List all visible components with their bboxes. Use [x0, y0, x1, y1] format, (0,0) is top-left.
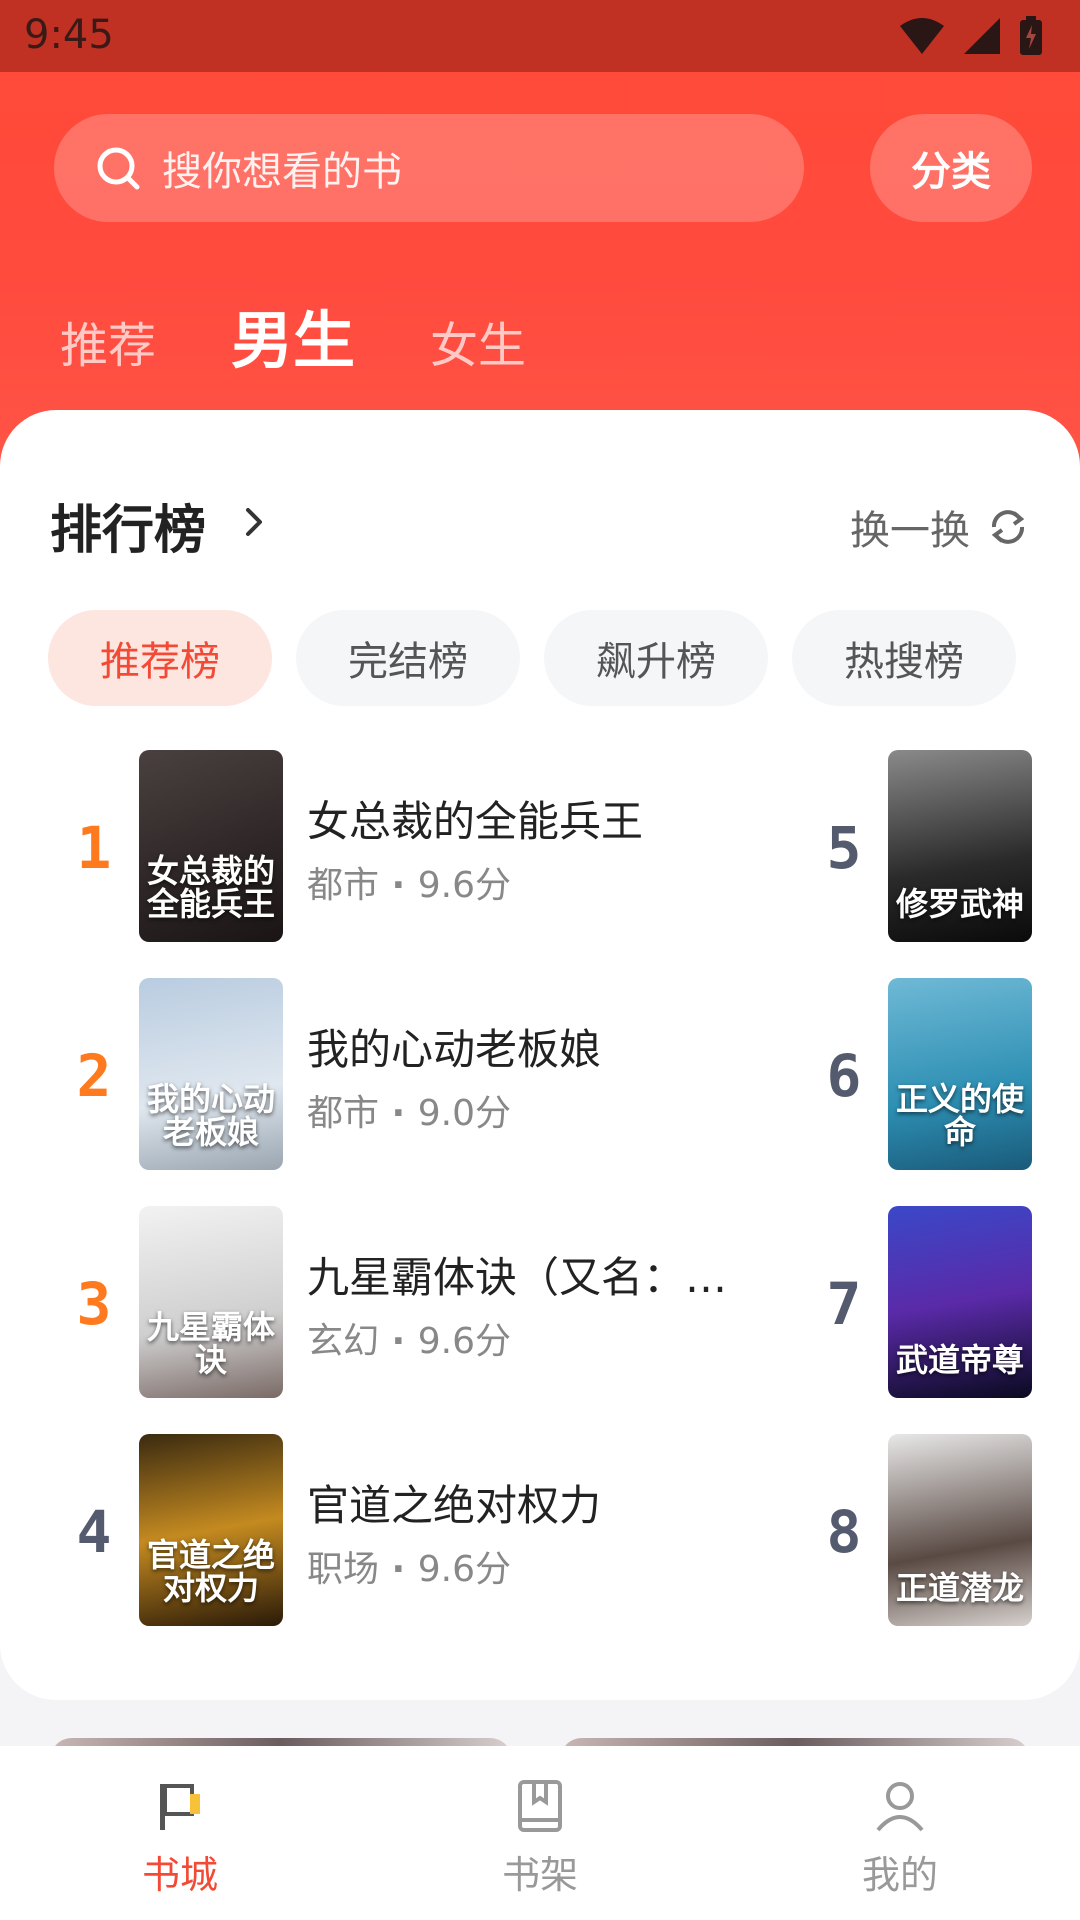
- book-score: 9.6分: [417, 1549, 512, 1590]
- cover-title: 正义的使命: [895, 1079, 1024, 1152]
- book-item[interactable]: 7 武道帝尊: [780, 1206, 1080, 1398]
- book-item[interactable]: 8 正道潜龙: [780, 1434, 1080, 1626]
- wifi-icon: [900, 18, 944, 54]
- book-cover[interactable]: 我的心动老板娘: [139, 978, 283, 1170]
- book-score: 9.6分: [417, 865, 512, 906]
- book-meta: 玄幻 · 9.6分: [307, 1312, 511, 1364]
- book-cover[interactable]: 武道帝尊: [888, 1206, 1032, 1398]
- ranking-chip[interactable]: 热搜榜: [792, 610, 1016, 706]
- meta-separator: ·: [379, 1093, 418, 1134]
- chevron-right-icon[interactable]: [240, 502, 270, 542]
- gender-tab[interactable]: 推荐: [60, 306, 156, 376]
- book-genre: 玄幻: [307, 1321, 380, 1362]
- book-cover[interactable]: 正义的使命: [888, 978, 1032, 1170]
- book-item[interactable]: 1 女总裁的全能兵王 女总裁的全能兵王 都市 · 9.6分: [0, 750, 700, 942]
- rank-number: 2: [76, 1042, 112, 1110]
- meta-separator: ·: [379, 1321, 418, 1362]
- search-icon: [97, 147, 140, 190]
- header-background: [0, 0, 1080, 480]
- ranking-chips: 推荐榜 完结榜 飙升榜 热搜榜: [48, 610, 1040, 706]
- book-cover[interactable]: 九星霸体诀: [139, 1206, 283, 1398]
- ranking-card: 排行榜 换一换 推荐榜 完结榜 飙升榜 热搜榜 1 女总裁的全能兵王 女总裁的全能兵王 都市…: [0, 410, 1080, 1700]
- ranking-chip[interactable]: 推荐榜: [48, 610, 272, 706]
- gender-tab[interactable]: 女生: [430, 306, 526, 376]
- status-time: 9:45: [24, 12, 114, 58]
- book-item[interactable]: 3 九星霸体诀 九星霸体诀（又名：… 玄幻 · 9.6分: [0, 1206, 727, 1398]
- cover-title: 修罗武神: [895, 885, 1024, 924]
- cover-title: 九星霸体诀: [146, 1307, 275, 1380]
- book-genre: 都市: [307, 865, 380, 906]
- nav-item[interactable]: 书架: [360, 1746, 720, 1920]
- status-bar: 9:45: [0, 0, 1080, 72]
- signal-icon: [964, 18, 1000, 54]
- book-meta: 都市 · 9.6分: [307, 856, 511, 908]
- book-title: 官道之绝对权力: [307, 1481, 602, 1530]
- bottom-nav: 书城 书架 我的: [0, 1746, 1080, 1920]
- search-input[interactable]: 搜你想看的书: [54, 114, 804, 222]
- book-genre: 都市: [307, 1093, 380, 1134]
- category-button[interactable]: 分类: [870, 114, 1032, 222]
- rank-number: 8: [826, 1498, 862, 1566]
- nav-item[interactable]: 我的: [720, 1746, 1080, 1920]
- book-icon: [518, 1780, 562, 1832]
- book-meta: 职场 · 9.6分: [307, 1540, 511, 1592]
- rank-number: 3: [76, 1270, 112, 1338]
- ranking-title[interactable]: 排行榜: [50, 488, 206, 563]
- book-score: 9.0分: [417, 1093, 512, 1134]
- search-placeholder: 搜你想看的书: [162, 149, 402, 195]
- cover-title: 正道潜龙: [895, 1569, 1024, 1608]
- cover-title: 武道帝尊: [895, 1341, 1024, 1380]
- book-title: 我的心动老板娘: [307, 1025, 602, 1074]
- book-cover[interactable]: 修罗武神: [888, 750, 1032, 942]
- book-title: 女总裁的全能兵王: [307, 797, 644, 846]
- refresh-button[interactable]: 换一换: [850, 498, 1030, 556]
- book-meta: 都市 · 9.0分: [307, 1084, 511, 1136]
- cover-title: 官道之绝对权力: [146, 1535, 275, 1608]
- user-icon: [876, 1782, 924, 1832]
- nav-item[interactable]: 书城: [0, 1746, 360, 1920]
- meta-separator: ·: [379, 1549, 418, 1590]
- cover-title: 女总裁的全能兵王: [146, 851, 275, 924]
- refresh-icon: [991, 510, 1025, 544]
- book-cover[interactable]: 正道潜龙: [888, 1434, 1032, 1626]
- ranking-chip[interactable]: 飙升榜: [544, 610, 768, 706]
- book-item[interactable]: 4 官道之绝对权力 官道之绝对权力 职场 · 9.6分: [0, 1434, 700, 1626]
- rank-number: 6: [826, 1042, 862, 1110]
- book-item[interactable]: 6 正义的使命: [780, 978, 1080, 1170]
- flag-icon: [160, 1784, 200, 1830]
- book-cover[interactable]: 女总裁的全能兵王: [139, 750, 283, 942]
- meta-separator: ·: [379, 865, 418, 906]
- book-genre: 职场: [307, 1549, 380, 1590]
- cover-title: 我的心动老板娘: [146, 1079, 275, 1152]
- nav-label: 书城: [141, 1853, 218, 1897]
- status-icons: [898, 14, 1044, 58]
- book-item[interactable]: 5 修罗武神: [780, 750, 1080, 942]
- battery-icon: [1020, 16, 1042, 55]
- refresh-label: 换一换: [850, 508, 970, 554]
- book-item[interactable]: 2 我的心动老板娘 我的心动老板娘 都市 · 9.0分: [0, 978, 700, 1170]
- book-title: 九星霸体诀（又名：…: [307, 1253, 728, 1302]
- nav-label: 书架: [501, 1853, 578, 1897]
- book-score: 9.6分: [417, 1321, 512, 1362]
- book-cover[interactable]: 官道之绝对权力: [139, 1434, 283, 1626]
- rank-number: 4: [76, 1498, 112, 1566]
- rank-number: 7: [826, 1270, 862, 1338]
- rank-number: 5: [826, 814, 862, 882]
- rank-number: 1: [76, 814, 112, 882]
- gender-tab[interactable]: 男生: [231, 290, 355, 380]
- nav-label: 我的: [861, 1853, 938, 1897]
- gender-tabs: 推荐 男生 女生: [60, 290, 601, 380]
- ranking-chip[interactable]: 完结榜: [296, 610, 520, 706]
